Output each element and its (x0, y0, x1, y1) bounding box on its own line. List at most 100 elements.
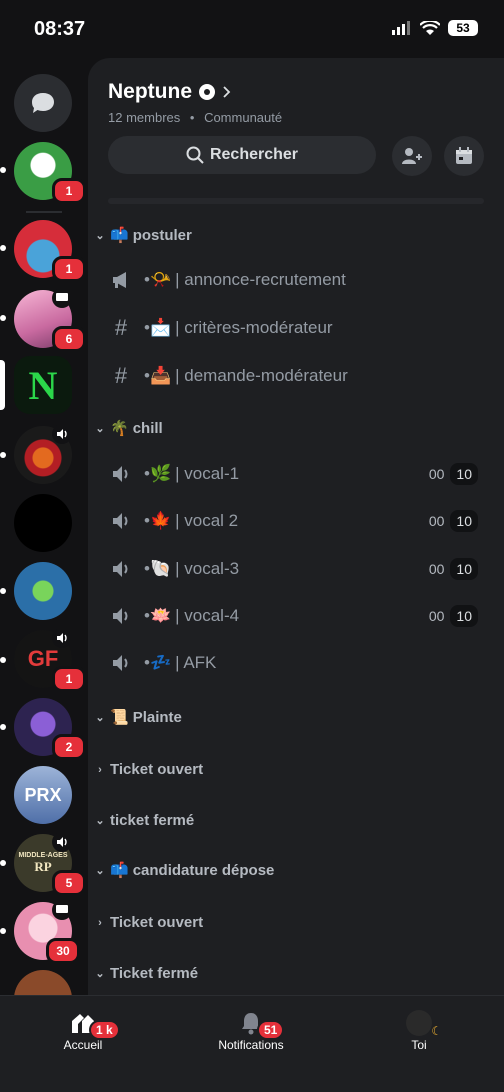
category-ticket-ferme[interactable]: ⌄ ticket fermé (94, 812, 194, 829)
category-label: ticket fermé (110, 812, 195, 829)
voice-channel-afk[interactable]: •💤 | AFK (108, 645, 488, 681)
category-label: Plainte (132, 708, 182, 726)
server-icon-neptune[interactable]: N (14, 356, 72, 414)
speaker-icon (113, 655, 128, 671)
user-count: 00 10 (429, 510, 478, 532)
hash-icon: # (114, 363, 128, 388)
channel-panel: Neptune 12 membres • Communauté Recherch… (88, 58, 504, 1000)
user-count: 00 10 (429, 463, 478, 485)
selected-indicator (0, 360, 5, 410)
category-emoji: 📫 (110, 862, 129, 879)
user-limit: 10 (450, 605, 478, 627)
channel-name: | critères-modérateur (175, 318, 333, 337)
unread-badge: 5 (52, 870, 86, 896)
signal-icon (392, 21, 410, 35)
chevron-down-icon: ⌄ (95, 864, 105, 877)
user-limit: 10 (450, 463, 478, 485)
speaker-icon (57, 429, 67, 439)
category-chill[interactable]: ⌄ 🌴 chill (94, 419, 163, 438)
category-plainte[interactable]: ⌄ 📜 Plainte (94, 708, 182, 727)
divider (108, 198, 484, 204)
home-badge: 1 k (89, 1020, 120, 1040)
invite-button[interactable] (392, 136, 432, 176)
search-label: Rechercher (209, 146, 299, 163)
category-label: chill (132, 419, 163, 437)
speaker-icon (57, 633, 67, 643)
unread-badge: 2 (52, 734, 86, 760)
channel-criteres-moderateur[interactable]: # •📩 | critères-modérateur (108, 310, 488, 346)
server-icon-prx[interactable]: PRX (14, 766, 72, 824)
voice-channel-vocal-2[interactable]: •🍁 | vocal 2 00 10 (108, 503, 488, 539)
category-ticket-ouvert-2[interactable]: › Ticket ouvert (94, 914, 203, 931)
clock: 08:37 (34, 18, 86, 40)
speaker-icon (113, 561, 128, 577)
server-info: 12 membres • Communauté (108, 110, 283, 125)
speaker-icon (113, 513, 128, 529)
nav-label: Accueil (63, 1038, 103, 1052)
server-icon-black[interactable] (14, 494, 72, 552)
unread-badge: 1 (52, 178, 86, 204)
voice-channel-vocal-3[interactable]: •🐚 | vocal-3 00 10 (108, 551, 488, 587)
direct-messages-button[interactable] (14, 74, 72, 132)
nav-profile[interactable]: ☾ Toi (359, 1008, 479, 1052)
category-candidature-depose[interactable]: ⌄ 📫 candidature dépose (94, 861, 275, 880)
screen-share-indicator (52, 900, 72, 920)
category-ticket-ouvert[interactable]: › Ticket ouvert (94, 761, 203, 778)
voice-channel-vocal-1[interactable]: •🌿 | vocal-1 00 10 (108, 456, 488, 492)
events-button[interactable] (444, 136, 484, 176)
channel-emoji: •📩 (144, 318, 172, 337)
channel-emoji: •🌿 (144, 464, 172, 483)
category-ticket-ferme-2[interactable]: ⌄ Ticket fermé (94, 965, 198, 982)
unread-badge: 1 (52, 666, 86, 692)
channel-demande-moderateur[interactable]: # •📥 | demande-modérateur (108, 358, 488, 394)
channel-annonce-recrutement[interactable]: •📯 | annonce-recrutement (108, 262, 488, 298)
voice-indicator (52, 832, 72, 852)
chevron-right-icon (223, 86, 231, 98)
chevron-down-icon: ⌄ (95, 229, 105, 242)
speaker-icon (113, 608, 128, 624)
nav-label: Toi (411, 1038, 427, 1052)
chat-bubble-icon (32, 93, 54, 113)
bottom-nav: 1 k Accueil 51 Notifications ☾ Toi (0, 995, 504, 1092)
avatar: ☾ (406, 1010, 442, 1038)
channel-emoji: •📯 (144, 270, 172, 289)
notifications-badge: 51 (257, 1020, 285, 1040)
category-label: Ticket fermé (110, 965, 199, 982)
channel-name: | vocal-1 (175, 464, 240, 483)
user-count: 00 10 (429, 558, 478, 580)
chevron-right-icon: › (98, 916, 102, 929)
category-emoji: 📫 (110, 227, 129, 244)
server-icon-text: RP (34, 858, 52, 874)
search-button[interactable]: Rechercher (108, 136, 376, 174)
chevron-down-icon: ⌄ (95, 711, 105, 724)
chevron-down-icon: ⌄ (95, 815, 105, 827)
verified-badge-icon (199, 84, 215, 100)
category-postuler[interactable]: ⌄ 📫 postuler (94, 226, 191, 245)
hash-icon: # (114, 315, 128, 340)
channel-name: | vocal 2 (175, 511, 239, 530)
server-icon-text: MIDDLE-AGES (18, 851, 68, 859)
server-header[interactable]: Neptune (108, 80, 232, 104)
nav-home[interactable]: 1 k Accueil (23, 1008, 143, 1052)
status-bar: 08:37 53 (0, 0, 504, 58)
category-label: candidature dépose (132, 861, 275, 879)
screen-icon (56, 293, 68, 301)
category-label: Ticket ouvert (110, 914, 204, 931)
server-type: Communauté (204, 110, 283, 125)
add-user-icon (402, 148, 422, 164)
voice-channel-vocal-4[interactable]: •🪷 | vocal-4 00 10 (108, 598, 488, 634)
user-limit: 10 (450, 510, 478, 532)
channel-emoji: •🪷 (144, 606, 172, 625)
user-limit: 10 (450, 558, 478, 580)
calendar-icon (456, 147, 472, 164)
server-icon-graduate[interactable] (14, 562, 72, 620)
nav-notifications[interactable]: 51 Notifications (191, 1008, 311, 1052)
unread-badge: 1 (52, 256, 86, 282)
speaker-icon (57, 837, 67, 847)
channel-name: | annonce-recrutement (175, 270, 346, 289)
screen-icon (56, 905, 68, 913)
wifi-icon (420, 21, 440, 35)
server-name: Neptune (108, 80, 192, 103)
category-emoji: 📜 (110, 709, 129, 726)
voice-indicator (52, 628, 72, 648)
